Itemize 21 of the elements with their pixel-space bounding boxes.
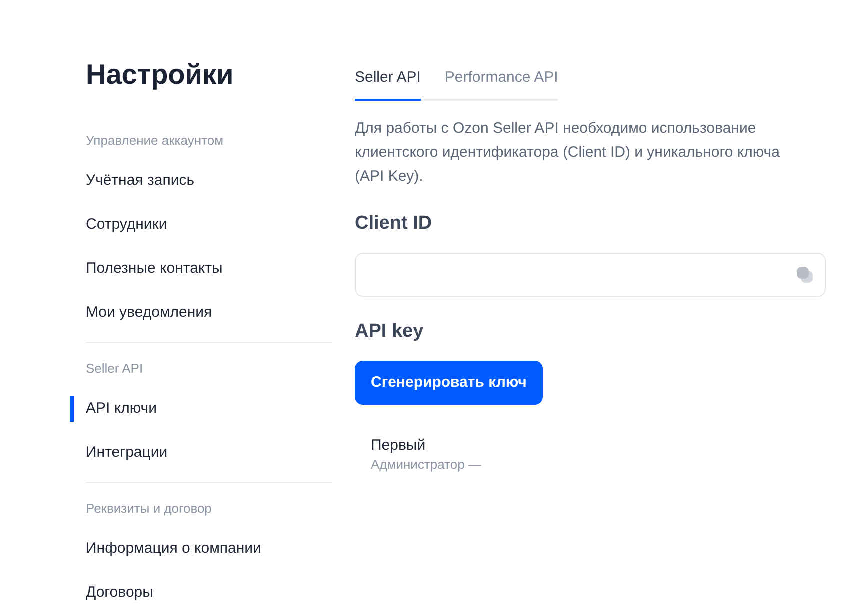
- key-role: Администратор —: [371, 456, 482, 474]
- tab[interactable]: Performance API: [444, 58, 558, 101]
- sidebar-item[interactable]: Мои уведомления: [70, 291, 332, 335]
- sidebar-item[interactable]: Информация о компании: [70, 527, 332, 571]
- sidebar-item[interactable]: Интеграции: [70, 431, 332, 475]
- description-text: Для работы с Ozon Seller API необходимо использование клиентского идентификатора (Client ID) и уникального ключа (API Key).: [355, 119, 781, 187]
- section-label: Реквизиты и договор: [86, 500, 213, 518]
- sidebar-item[interactable]: Договоры: [70, 571, 332, 613]
- sidebar-item[interactable]: Сотрудники: [70, 203, 332, 247]
- key-name: Первый: [371, 436, 427, 456]
- section-label: Управление аккаунтом: [86, 132, 225, 150]
- sidebar-item[interactable]: Полезные контакты: [70, 247, 332, 291]
- page-title: Настройки: [86, 58, 235, 92]
- client-id-field[interactable]: [355, 253, 826, 297]
- copy-icon[interactable]: [797, 267, 813, 283]
- sidebar-item[interactable]: Учётная запись: [70, 159, 332, 203]
- tab[interactable]: Seller API: [355, 58, 421, 101]
- section-heading: API key: [355, 320, 425, 344]
- section-label: Seller API: [86, 360, 144, 378]
- section-heading: Client ID: [355, 212, 434, 236]
- generate-key-button[interactable]: Сгенерировать ключ: [355, 361, 543, 405]
